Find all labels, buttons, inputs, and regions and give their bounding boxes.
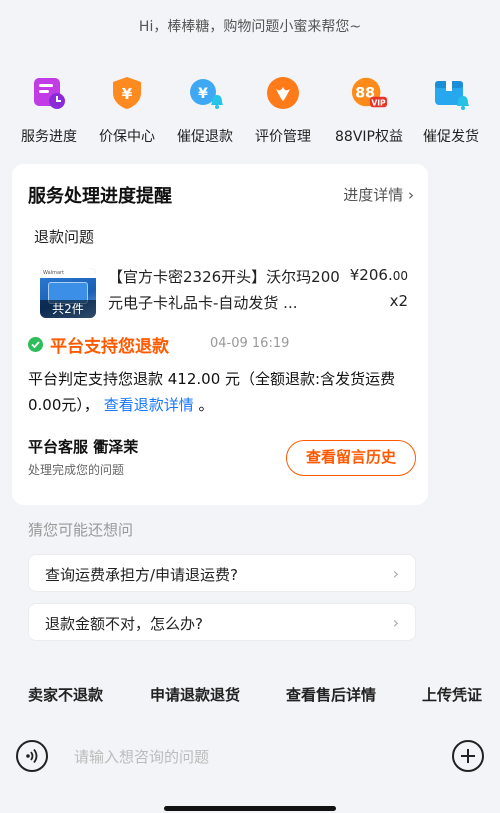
progress-detail-link[interactable]: 进度详情 › — [343, 184, 414, 205]
faq-item[interactable]: 退款金额不对，怎么办? › — [28, 603, 416, 641]
quick-action-aftersale-detail[interactable]: 查看售后详情 — [286, 684, 376, 705]
product-thumbnail[interactable]: Walmart 共2件 — [40, 268, 96, 318]
product-price: ¥206.00 — [350, 266, 408, 284]
shortcut-label: 价保中心 — [99, 129, 155, 145]
faq-text: 查询运费承担方/申请退运费? — [45, 566, 239, 584]
shortcut-urge-shipping[interactable]: 催促发货 — [406, 70, 496, 146]
shortcut-label: 评价管理 — [255, 129, 311, 145]
greeting-text: Hi，棒棒糖，购物问题小蜜来帮您~ — [138, 19, 362, 35]
service-agent-subtitle: 处理完成您的问题 — [28, 463, 125, 477]
quick-action-upload-proof[interactable]: 上传凭证 — [422, 684, 482, 705]
shortcut-label: 催促退款 — [177, 129, 233, 145]
shortcut-price-protect[interactable]: ¥ 价保中心 — [82, 70, 172, 146]
refund-status-text: 平台支持您退款 — [50, 337, 169, 357]
refund-status-time: 04-09 16:19 — [210, 336, 290, 351]
plus-icon[interactable] — [452, 740, 484, 772]
view-refund-detail-link[interactable]: 查看退款详情 — [104, 396, 194, 414]
shortcut-review-manage[interactable]: 评价管理 — [238, 70, 328, 146]
home-indicator — [164, 806, 336, 811]
item-count-badge: 共2件 — [40, 300, 96, 318]
review-manage-icon — [264, 74, 302, 112]
faq-item[interactable]: 查询运费承担方/申请退运费? › — [28, 554, 416, 592]
thumb-brand: Walmart — [40, 268, 96, 278]
shortcut-vip88[interactable]: 88 VIP 88VIP权益 — [324, 70, 414, 146]
price-protect-icon: ¥ — [108, 74, 146, 112]
chat-input[interactable]: 请输入想咨询的问题 — [74, 746, 209, 767]
chevron-right-icon: › — [392, 564, 399, 583]
chevron-right-icon: › — [392, 613, 399, 632]
card-title: 服务处理进度提醒 — [28, 186, 172, 207]
shortcut-label: 催促发货 — [423, 129, 479, 145]
view-message-history-button[interactable]: 查看留言历史 — [286, 440, 416, 476]
price-cents: 00 — [392, 269, 408, 283]
guess-title: 猜您可能还想问 — [28, 521, 134, 539]
refund-section-label: 退款问题 — [34, 228, 95, 246]
shortcut-urge-refund[interactable]: ¥ 催促退款 — [160, 70, 250, 146]
shortcut-label: 服务进度 — [21, 129, 77, 145]
price-main: ¥206. — [349, 266, 393, 284]
vip88-icon: 88 VIP — [350, 74, 388, 112]
quick-action-apply-return[interactable]: 申请退款退货 — [150, 684, 240, 705]
quick-action-row: 卖家不退款 申请退款退货 查看售后详情 上传凭证 — [0, 684, 500, 708]
svg-text:VIP: VIP — [371, 98, 386, 107]
service-progress-icon — [30, 74, 68, 112]
check-circle-icon — [28, 337, 43, 352]
product-quantity: x2 — [389, 292, 408, 310]
faq-text: 退款金额不对，怎么办? — [45, 615, 203, 633]
urge-refund-icon: ¥ — [186, 74, 224, 112]
shortcut-bar: 服务进度 ¥ 价保中心 ¥ 催促退款 评价管理 88 VIP 88VIP权益 催… — [0, 70, 500, 150]
urge-shipping-icon — [432, 74, 470, 112]
voice-input-icon[interactable] — [16, 740, 48, 772]
svg-text:¥: ¥ — [198, 86, 208, 102]
verdict-end: 。 — [198, 396, 214, 414]
service-agent-name: 平台客服 衢泽茉 — [28, 438, 139, 456]
refund-status-row: 平台支持您退款 04-09 16:19 — [28, 332, 418, 358]
product-name[interactable]: 【官方卡密2326开头】沃尔玛200元电子卡礼品卡-自动发货 ... — [108, 264, 348, 316]
shortcut-label: 88VIP权益 — [335, 129, 403, 145]
svg-text:¥: ¥ — [122, 85, 133, 103]
service-progress-card: 服务处理进度提醒 进度详情 › 退款问题 Walmart 共2件 【官方卡密23… — [12, 164, 428, 505]
verdict-text: 平台判定支持您退款 412.00 元（全额退款:含发货运费0.00元）， 查看退… — [28, 366, 420, 418]
quick-action-seller-no-refund[interactable]: 卖家不退款 — [28, 684, 103, 705]
shortcut-service-progress[interactable]: 服务进度 — [4, 70, 94, 146]
chat-input-bar: 请输入想咨询的问题 — [0, 734, 500, 780]
